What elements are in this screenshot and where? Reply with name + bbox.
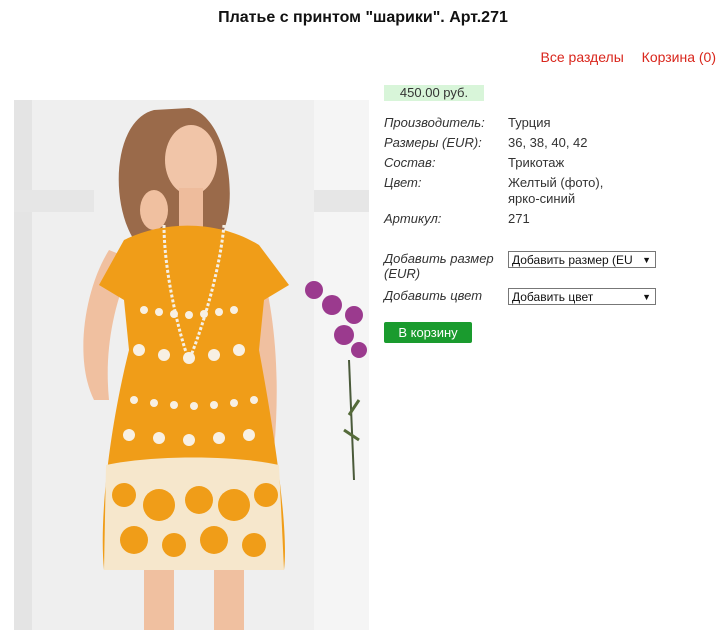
all-sections-link[interactable]: Все разделы: [541, 49, 624, 65]
product-photo[interactable]: [14, 100, 369, 630]
cart-link[interactable]: Корзина (0): [642, 49, 716, 65]
dropdown-arrow-icon: ▼: [642, 292, 651, 302]
spec-row-manufacturer: Производитель: Турция: [384, 115, 628, 131]
spec-row-sizes: Размеры (EUR): 36, 38, 40, 42: [384, 135, 628, 151]
add-color-row: Добавить цвет Добавить цвет ▼: [384, 288, 656, 305]
spec-label: Производитель:: [384, 115, 485, 130]
top-links: Все разделы Корзина (0): [527, 49, 716, 65]
spec-value: Трикотаж: [508, 155, 565, 170]
spec-row-composition: Состав: Трикотаж: [384, 155, 628, 171]
spec-label: Цвет:: [384, 175, 422, 190]
add-color-label: Добавить цвет: [384, 288, 483, 303]
spec-row-color: Цвет: Желтый (фото), ярко-синий: [384, 175, 628, 207]
size-select[interactable]: Добавить размер (EU ▼: [508, 251, 656, 268]
price-tag: 450.00 руб.: [384, 85, 484, 101]
size-select-value: Добавить размер (EU: [512, 253, 633, 267]
color-select[interactable]: Добавить цвет ▼: [508, 288, 656, 305]
dropdown-arrow-icon: ▼: [642, 255, 651, 265]
spec-value: Турция: [508, 115, 551, 130]
add-to-cart-button[interactable]: В корзину: [384, 322, 472, 343]
spec-label: Размеры (EUR):: [384, 135, 482, 150]
spec-list: Производитель: Турция Размеры (EUR): 36,…: [384, 115, 628, 231]
spec-row-article: Артикул: 271: [384, 211, 628, 227]
spec-value: 36, 38, 40, 42: [508, 135, 588, 150]
spec-value: Желтый (фото), ярко-синий: [508, 175, 604, 206]
page-title: Платье с принтом "шарики". Арт.271: [218, 9, 508, 26]
add-size-row: Добавить размер (EUR) Добавить размер (E…: [384, 251, 656, 281]
add-size-label: Добавить размер (EUR): [384, 251, 494, 281]
color-select-value: Добавить цвет: [512, 290, 594, 304]
spec-label: Состав:: [384, 155, 436, 170]
spec-value: 271: [508, 211, 530, 226]
spec-label: Артикул:: [384, 211, 442, 226]
